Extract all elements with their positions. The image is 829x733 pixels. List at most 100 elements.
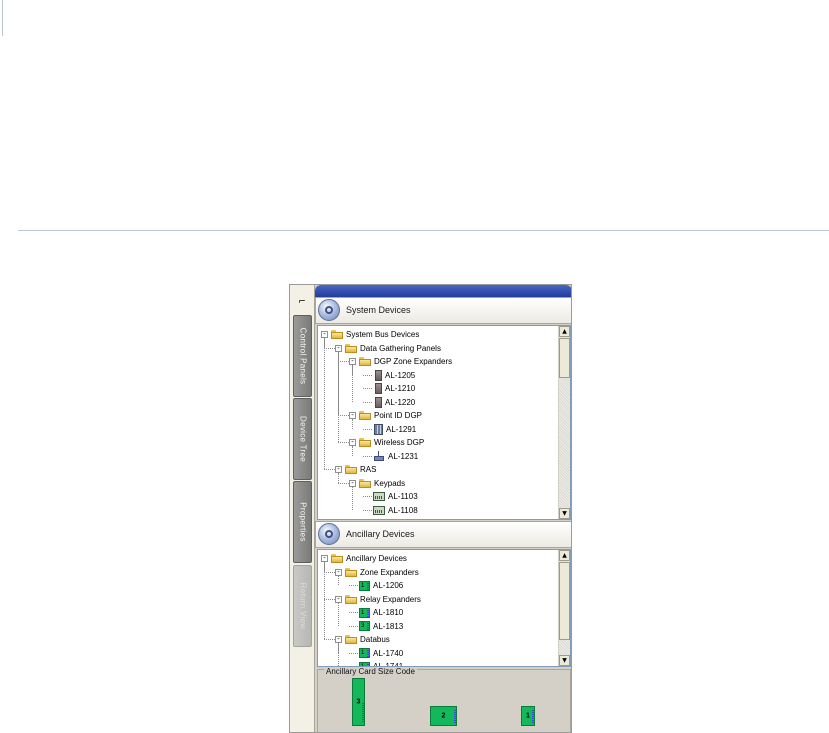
tree-folder-node[interactable]: - Databus xyxy=(335,633,390,646)
tab-device-tree[interactable]: Device Tree xyxy=(293,398,312,480)
system-devices-tree[interactable]: - System Bus Devices - Data Gathering Panel… xyxy=(317,325,571,520)
tree-connector xyxy=(363,509,372,511)
tree-device-node[interactable]: 3 AL-1813 xyxy=(349,620,403,633)
expand-toggle-icon[interactable]: - xyxy=(335,595,342,603)
scroll-down-arrow-icon[interactable]: ▼ xyxy=(559,508,570,519)
tree-node-label: Ancillary Devices xyxy=(346,554,407,563)
tree-device-node[interactable]: AL-1108 xyxy=(363,504,418,517)
tree-node-label: Data Gathering Panels xyxy=(360,343,441,353)
tree-folder-node[interactable]: - Data Gathering Panels xyxy=(335,342,441,355)
tree-device-node[interactable]: AL-1220 xyxy=(363,396,415,409)
expand-toggle-icon[interactable]: - xyxy=(349,358,356,365)
tree-node-label: AL-1810 xyxy=(373,608,404,617)
tree-connector xyxy=(324,338,325,469)
tree-folder-node[interactable]: - Relay Expanders xyxy=(335,593,421,606)
tab-properties-label: Properties xyxy=(298,502,307,542)
expand-toggle-icon[interactable]: - xyxy=(335,636,342,643)
scroll-thumb[interactable] xyxy=(559,338,570,378)
card-device-icon: 3 xyxy=(359,621,370,631)
keypad-device-icon xyxy=(373,492,385,501)
tree-connector xyxy=(363,388,372,389)
tree-connector xyxy=(324,562,325,639)
tree-folder-node[interactable]: - Ancillary Devices xyxy=(321,552,407,565)
tree-node-label: Zone Expanders xyxy=(360,567,419,577)
wireless-device-icon xyxy=(373,451,385,461)
tree-connector xyxy=(338,575,339,585)
scroll-down-arrow-icon[interactable]: ▼ xyxy=(559,655,570,666)
tree-node-label: AL-1220 xyxy=(385,397,416,407)
tree-connector xyxy=(363,496,372,497)
tree-folder-node[interactable]: - Zone Expanders xyxy=(335,566,419,579)
tab-control-panels[interactable]: Control Panels xyxy=(293,315,312,397)
tree-device-node[interactable]: AL-1205 xyxy=(363,369,415,382)
folder-icon xyxy=(359,357,371,366)
tree-node-label: RAS xyxy=(360,465,377,474)
tab-return-view: Return View xyxy=(293,565,312,647)
tree-folder-node[interactable]: - Point ID DGP xyxy=(349,409,422,422)
scroll-thumb[interactable] xyxy=(559,562,570,640)
expand-toggle-icon[interactable]: - xyxy=(321,331,328,338)
tree-connector xyxy=(363,374,372,376)
expand-toggle-icon[interactable]: - xyxy=(321,555,328,562)
tab-return-view-label: Return View xyxy=(298,582,307,630)
ancillary-tree-scrollbar[interactable]: ▲ ▼ xyxy=(558,550,570,666)
tree-device-node[interactable]: 1AL-1741 xyxy=(349,660,403,666)
scroll-up-arrow-icon[interactable]: ▲ xyxy=(559,550,570,561)
tree-connector xyxy=(338,442,349,443)
folder-icon xyxy=(345,343,357,353)
expand-toggle-icon[interactable]: - xyxy=(349,412,356,419)
device-explorer-window: ⌐ Control Panels Device Tree Properties … xyxy=(289,284,572,733)
tree-connector xyxy=(338,643,339,666)
title-accent-band xyxy=(315,285,571,297)
tree-folder-node[interactable]: - RAS xyxy=(335,463,376,476)
tree-device-node[interactable]: 1 AL-1810 xyxy=(349,606,403,619)
card-size-code-group: Ancillary Card Size Code 3 2 1 xyxy=(317,667,571,732)
tree-folder-node[interactable]: - Keypads xyxy=(349,477,405,490)
folder-icon xyxy=(345,567,357,577)
side-tab-strip: ⌐ Control Panels Device Tree Properties … xyxy=(290,285,315,732)
tree-node-label: Keypads xyxy=(374,478,406,488)
tree-device-node[interactable]: AL-1103 xyxy=(363,490,418,503)
tree-connector xyxy=(352,486,353,510)
tree-device-node[interactable]: AL-1231 xyxy=(363,450,418,463)
card-size-1: 1 xyxy=(521,706,535,726)
tree-connector xyxy=(338,602,339,626)
tree-node-label: AL-1205 xyxy=(385,370,416,380)
folder-icon xyxy=(331,554,343,563)
tab-properties[interactable]: Properties xyxy=(293,481,312,563)
tree-node-label: Relay Expanders xyxy=(360,594,421,604)
folder-icon xyxy=(359,478,371,488)
expand-toggle-icon[interactable]: - xyxy=(335,568,342,576)
tree-device-node[interactable]: AL-1291 xyxy=(363,423,416,436)
tree-connector xyxy=(338,473,339,483)
tree-folder-node[interactable]: - Wireless DGP xyxy=(349,436,424,449)
tree-connector xyxy=(338,361,349,362)
tree-connector xyxy=(349,652,358,654)
tree-connector xyxy=(324,347,335,349)
system-tree-scrollbar[interactable]: ▲ ▼ xyxy=(558,326,570,519)
tree-device-node[interactable]: 1 AL-1740 xyxy=(349,647,403,660)
devices-gear-icon xyxy=(318,299,340,321)
tree-node-label: System Bus Devices xyxy=(346,330,420,339)
tree-folder-node[interactable]: - System Bus Devices xyxy=(321,328,419,341)
tree-node-label: AL-1108 xyxy=(388,505,418,515)
pin-icon[interactable]: ⌐ xyxy=(297,297,307,307)
tree-connector xyxy=(363,455,372,457)
ancillary-devices-title: Ancillary Devices xyxy=(346,529,415,539)
tree-connector xyxy=(349,625,358,627)
expand-toggle-icon[interactable]: - xyxy=(335,344,342,352)
card-size-code-title: Ancillary Card Size Code xyxy=(324,667,417,676)
scroll-up-arrow-icon[interactable]: ▲ xyxy=(559,326,570,337)
expand-toggle-icon[interactable]: - xyxy=(349,479,356,487)
ancillary-devices-tree[interactable]: - Ancillary Devices - Zone Expanders 1 AL-120… xyxy=(317,549,571,667)
tree-folder-node[interactable]: - DGP Zone Expanders xyxy=(349,355,452,368)
tree-device-node[interactable]: 1 AL-1206 xyxy=(349,579,403,592)
tree-node-label: Wireless DGP xyxy=(374,438,425,447)
expand-toggle-icon[interactable]: - xyxy=(335,466,342,473)
card-device-icon: 1 xyxy=(359,607,370,618)
tree-device-node[interactable]: AL-1210 xyxy=(363,382,415,395)
card-device-icon: 1 xyxy=(359,648,370,658)
page-margin-line xyxy=(2,0,3,36)
folder-icon xyxy=(359,411,371,420)
expand-toggle-icon[interactable]: - xyxy=(349,439,356,446)
